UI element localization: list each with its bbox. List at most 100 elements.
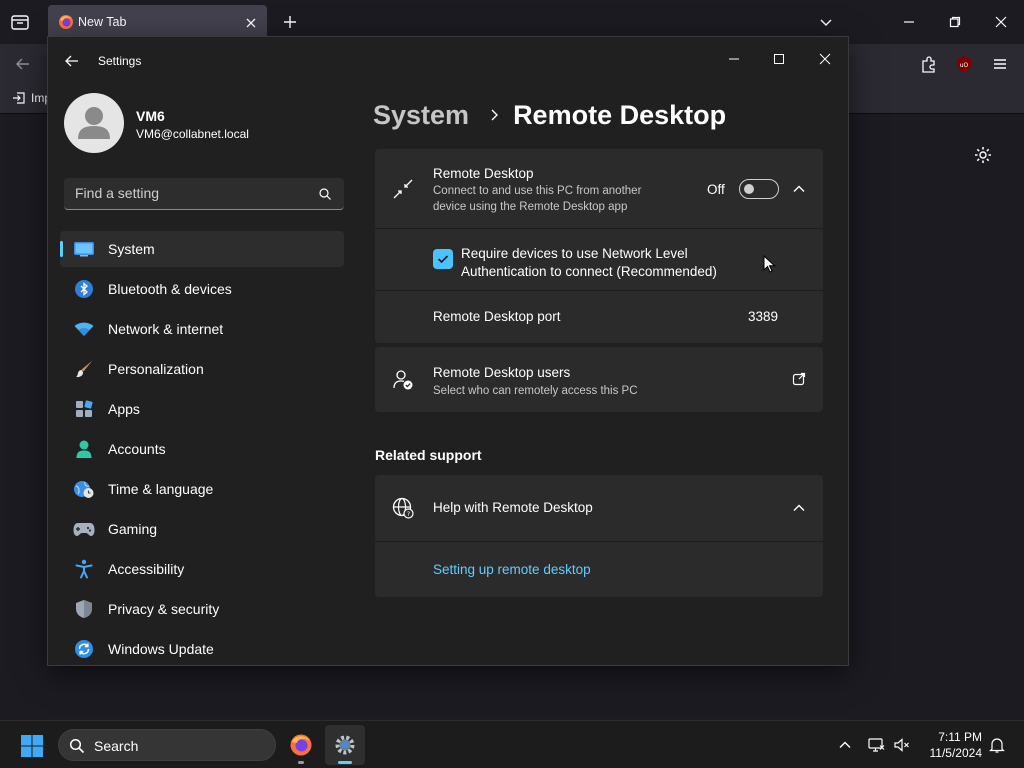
ublock-origin-icon[interactable]: uO xyxy=(954,54,974,74)
nav-item-time-language[interactable]: Time & language xyxy=(60,471,344,507)
nav-item-gaming[interactable]: Gaming xyxy=(60,511,344,547)
remote-desktop-card: Remote Desktop Connect to and use this P… xyxy=(375,149,823,343)
nav-item-apps[interactable]: Apps xyxy=(60,391,344,427)
chevron-up-icon[interactable] xyxy=(792,501,806,515)
setup-remote-desktop-link[interactable]: Setting up remote desktop xyxy=(433,562,591,577)
svg-text:?: ? xyxy=(407,510,410,518)
help-title: Help with Remote Desktop xyxy=(433,500,593,515)
remote-desktop-users-card[interactable]: Remote Desktop users Select who can remo… xyxy=(375,347,823,412)
browser-tab-title: New Tab xyxy=(78,15,127,29)
chevron-up-icon[interactable] xyxy=(836,736,854,754)
close-icon[interactable] xyxy=(802,43,848,75)
nav-label: System xyxy=(108,241,155,257)
browser-back-icon[interactable] xyxy=(14,55,32,73)
taskbar-search[interactable]: Search xyxy=(58,729,276,761)
profile-name: VM6 xyxy=(136,108,165,124)
user-check-icon xyxy=(391,368,415,392)
nav-item-windows-update[interactable]: Windows Update xyxy=(60,631,344,665)
network-icon[interactable] xyxy=(867,736,885,754)
maximize-icon[interactable] xyxy=(756,43,802,75)
nav-label: Windows Update xyxy=(108,641,214,657)
nav-label: Bluetooth & devices xyxy=(108,281,232,297)
toggle-knob xyxy=(744,184,754,194)
apps-icon xyxy=(72,399,96,419)
remote-desktop-toggle[interactable] xyxy=(739,179,779,199)
profile-email: VM6@collabnet.local xyxy=(136,127,249,141)
update-icon xyxy=(72,639,96,659)
nav-label: Network & internet xyxy=(108,321,224,337)
nav-label: Accessibility xyxy=(108,561,185,577)
import-icon xyxy=(13,92,25,104)
minimize-icon[interactable] xyxy=(711,43,757,75)
chevron-right-icon xyxy=(487,108,501,122)
nav-label: Apps xyxy=(108,401,140,417)
port-value: 3389 xyxy=(748,309,779,324)
users-title: Remote Desktop users xyxy=(433,365,571,380)
window-title: Settings xyxy=(98,54,142,68)
chevron-up-icon[interactable] xyxy=(792,182,806,196)
checkmark-icon xyxy=(437,255,449,264)
import-bookmarks-button[interactable]: Imp xyxy=(12,91,51,105)
taskbar-search-label: Search xyxy=(94,738,139,754)
chevron-down-icon[interactable] xyxy=(818,14,834,30)
gamepad-icon xyxy=(72,519,96,539)
nav-item-system[interactable]: System xyxy=(60,231,344,267)
browser-restore-icon[interactable] xyxy=(946,13,964,31)
nav-item-accounts[interactable]: Accounts xyxy=(60,431,344,467)
page-title: Remote Desktop xyxy=(513,99,727,130)
taskbar-firefox[interactable] xyxy=(281,725,321,765)
port-row: Remote Desktop port 3389 xyxy=(375,291,823,343)
nav-item-network[interactable]: Network & internet xyxy=(60,311,344,347)
nav-label: Privacy & security xyxy=(108,601,220,617)
nav-label: Time & language xyxy=(108,481,214,497)
gear-icon[interactable] xyxy=(973,145,993,165)
help-card: ? Help with Remote Desktop Setting up re… xyxy=(375,475,823,597)
port-label: Remote Desktop port xyxy=(433,309,561,324)
extensions-icon[interactable] xyxy=(919,54,939,74)
nav-item-personalization[interactable]: Personalization xyxy=(60,351,344,387)
active-indicator xyxy=(338,761,352,764)
system-monitor-icon xyxy=(72,239,96,259)
menu-hamburger-icon[interactable] xyxy=(990,54,1010,74)
nla-checkbox[interactable] xyxy=(433,249,453,269)
volume-muted-icon[interactable] xyxy=(893,736,911,754)
breadcrumb: System Remote Desktop xyxy=(373,95,726,135)
browser-close-icon[interactable] xyxy=(992,13,1010,31)
breadcrumb-parent[interactable]: System xyxy=(373,100,469,131)
remote-desktop-description: Connect to and use this PC from another … xyxy=(433,185,642,213)
windows-start-icon[interactable] xyxy=(20,734,44,758)
avatar[interactable] xyxy=(64,93,124,153)
back-arrow-icon[interactable] xyxy=(64,53,80,69)
running-indicator xyxy=(298,761,304,764)
settings-window: Settings VM6 VM6@collabnet.local System xyxy=(47,36,849,666)
external-link-icon xyxy=(792,372,806,386)
paintbrush-icon xyxy=(72,359,96,379)
remote-desktop-icon xyxy=(391,177,415,201)
search-icon xyxy=(318,187,332,201)
bluetooth-icon xyxy=(72,279,96,299)
settings-gear-icon xyxy=(335,735,355,755)
accessibility-icon xyxy=(72,559,96,579)
related-support-heading: Related support xyxy=(375,447,482,463)
nav-item-bluetooth[interactable]: Bluetooth & devices xyxy=(60,271,344,307)
nav-item-privacy-security[interactable]: Privacy & security xyxy=(60,591,344,627)
browser-minimize-icon[interactable] xyxy=(900,13,918,31)
globe-help-icon: ? xyxy=(391,496,415,520)
search-icon xyxy=(69,738,85,754)
system-clock[interactable]: 7:11 PM 11/5/2024 xyxy=(920,730,983,760)
nav-item-accessibility[interactable]: Accessibility xyxy=(60,551,344,587)
search-input[interactable] xyxy=(64,178,304,208)
notification-bell-icon[interactable] xyxy=(988,736,1006,754)
nla-row: Require devices to use Network Level Aut… xyxy=(375,229,823,290)
new-tab-plus-icon[interactable] xyxy=(280,12,300,32)
nav-label: Gaming xyxy=(108,521,158,537)
wifi-icon xyxy=(72,319,96,339)
tab-list-icon[interactable] xyxy=(8,10,32,34)
taskbar-settings[interactable] xyxy=(325,725,365,765)
accounts-icon xyxy=(72,439,96,459)
help-row[interactable]: ? Help with Remote Desktop xyxy=(375,475,823,541)
clock-date: 11/5/2024 xyxy=(929,746,983,760)
close-tab-icon[interactable] xyxy=(243,15,259,31)
remote-desktop-row[interactable]: Remote Desktop Connect to and use this P… xyxy=(375,149,823,228)
users-description: Select who can remotely access this PC xyxy=(433,385,638,397)
